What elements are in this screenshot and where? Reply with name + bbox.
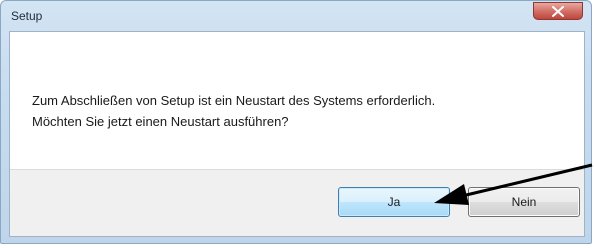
message-line-1: Zum Abschließen von Setup ist ein Neusta…: [32, 93, 436, 108]
dialog-message: Zum Abschließen von Setup ist ein Neusta…: [32, 90, 435, 132]
close-icon: [552, 6, 564, 17]
message-line-2: Möchten Sie jetzt einen Neustart ausführ…: [32, 114, 289, 129]
setup-dialog-window: Setup Zum Abschließen von Setup ist ein …: [0, 0, 592, 244]
button-bar: Ja Nein: [10, 169, 584, 236]
no-button[interactable]: Nein: [468, 187, 580, 217]
title-bar[interactable]: Setup: [1, 1, 591, 31]
window-title: Setup: [11, 9, 43, 23]
dialog-client-area: Zum Abschließen von Setup ist ein Neusta…: [9, 31, 585, 237]
yes-button[interactable]: Ja: [338, 187, 450, 217]
close-button[interactable]: [533, 2, 583, 20]
